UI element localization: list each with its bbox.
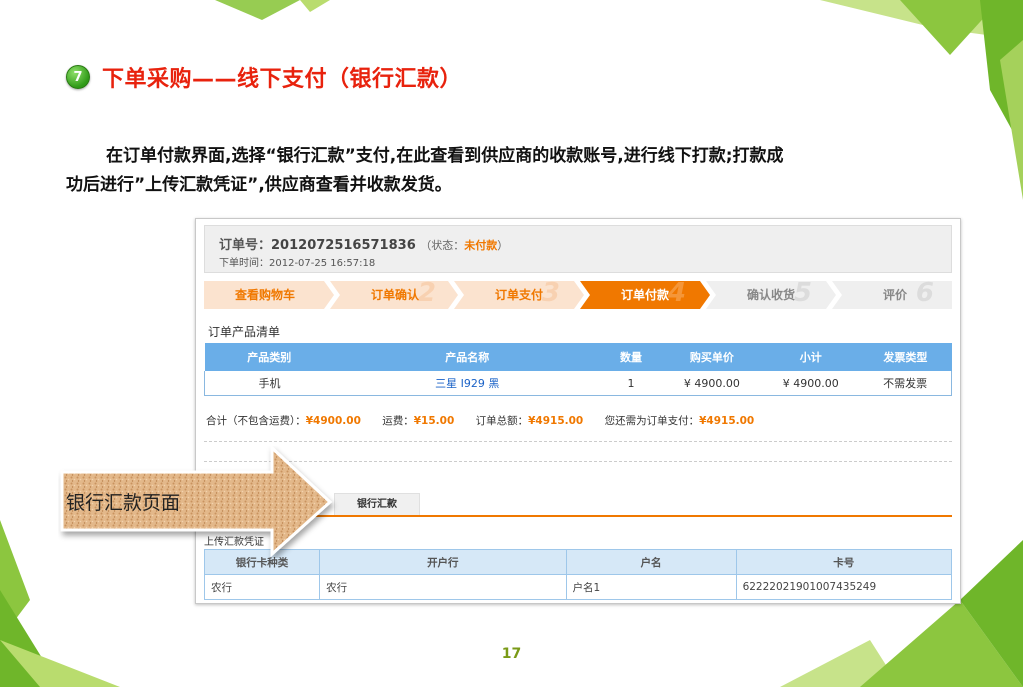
cell-bank: 农行 [319, 574, 567, 600]
callout-label: 银行汇款页面 [66, 492, 181, 514]
due-label: 您还需为订单支付： [604, 415, 700, 427]
col-card-number: 卡号 [735, 549, 953, 575]
tab-bank-transfer[interactable]: 银行汇款 [334, 493, 420, 516]
step-number-badge: 7 [66, 65, 90, 89]
product-table: 产品类别 产品名称 数量 购买单价 小计 发票类型 手机 三星 I929 黑 1… [203, 343, 953, 396]
slide-description: 在订单付款界面,选择“银行汇款”支付,在此查看到供应商的收款账号,进行线下打款;… [66, 142, 956, 200]
cell-quantity: 1 [600, 371, 662, 396]
step-view-cart: 查看购物车 [234, 288, 295, 302]
description-line-2: 功后进行”上传汇款凭证”,供应商查看并收款发货。 [66, 175, 452, 195]
status-suffix: ） [497, 239, 509, 252]
cell-unit-price: ¥ 4900.00 [661, 371, 763, 396]
product-name-link[interactable]: 三星 I929 黑 [333, 371, 601, 396]
order-total-label: 订单总额： [475, 415, 529, 427]
shipping-label: 运费： [382, 415, 414, 427]
slide-title: 下单采购——线下支付（银行汇款） [102, 67, 463, 92]
col-category: 产品类别 [204, 343, 334, 371]
cell-card-type: 农行 [203, 574, 321, 600]
col-account-name: 户名 [565, 549, 737, 575]
order-number: 2012072516571836 [271, 238, 416, 253]
step-order-confirm: 2 订单确认 [370, 278, 436, 308]
order-totals: 合计（不包含运费）：¥4900.00 运费：¥15.00 订单总额：¥4915.… [206, 413, 772, 428]
order-time-label: 下单时间： [219, 258, 269, 269]
cell-account-name: 户名1 [565, 574, 737, 600]
product-list-title: 订单产品清单 [208, 325, 281, 339]
status-prefix: （状态： [420, 239, 465, 252]
col-quantity: 数量 [600, 343, 662, 371]
order-time: 2012-07-25 16:57:18 [269, 258, 376, 269]
order-time-line: 下单时间：2012-07-25 16:57:18 [219, 254, 375, 269]
cell-invoice-type: 不需发票 [859, 371, 953, 396]
order-number-line: 订单号：2012072516571836 （状态：未付款） [219, 234, 508, 253]
col-unit-price: 购买单价 [661, 343, 763, 371]
slide-title-row: 7 下单采购——线下支付（银行汇款） [66, 62, 462, 92]
step-order-payment-active: 4 订单付款 [620, 278, 686, 308]
col-invoice-type: 发票类型 [859, 343, 952, 371]
table-row: 农行 农行 户名1 6222202190100743524​9 [203, 574, 953, 600]
step-confirm-receipt: 5 确认收货 [746, 278, 812, 308]
divider [204, 441, 952, 442]
description-line-1: 在订单付款界面,选择“银行汇款”支付,在此查看到供应商的收款账号,进行线下打款;… [106, 146, 784, 166]
subtotal-label: 合计（不包含运费）： [206, 415, 306, 427]
col-bank: 开户行 [319, 549, 567, 575]
cell-subtotal: ¥ 4900.00 [762, 371, 860, 396]
due-amount: ¥4915.00 [699, 415, 755, 427]
step-order-pay: 3 订单支付 [494, 278, 560, 308]
col-product-name: 产品名称 [333, 343, 601, 371]
shipping-amount: ¥15.00 [413, 415, 455, 427]
table-row: 手机 三星 I929 黑 1 ¥ 4900.00 ¥ 4900.00 不需发票 [203, 371, 953, 396]
order-progress-steps: 查看购物车 2 订单确认 3 订单支付 4 订单付款 5 确认收货 6 评价 [204, 278, 952, 309]
step-review: 6 评价 [882, 278, 934, 308]
order-header: 订单号：2012072516571836 （状态：未付款） 下单时间：2012-… [204, 225, 952, 273]
order-total-amount: ¥4915.00 [528, 415, 584, 427]
subtotal-amount: ¥4900.00 [305, 415, 361, 427]
cell-card-number: 6222202190100743524​9 [735, 574, 953, 600]
order-number-label: 订单号： [219, 238, 272, 253]
cell-category: 手机 [203, 371, 334, 396]
product-table-header: 产品类别 产品名称 数量 购买单价 小计 发票类型 [204, 343, 952, 371]
col-subtotal: 小计 [762, 343, 860, 371]
order-status-badge: 未付款 [464, 239, 498, 252]
page-number: 17 [501, 646, 522, 662]
